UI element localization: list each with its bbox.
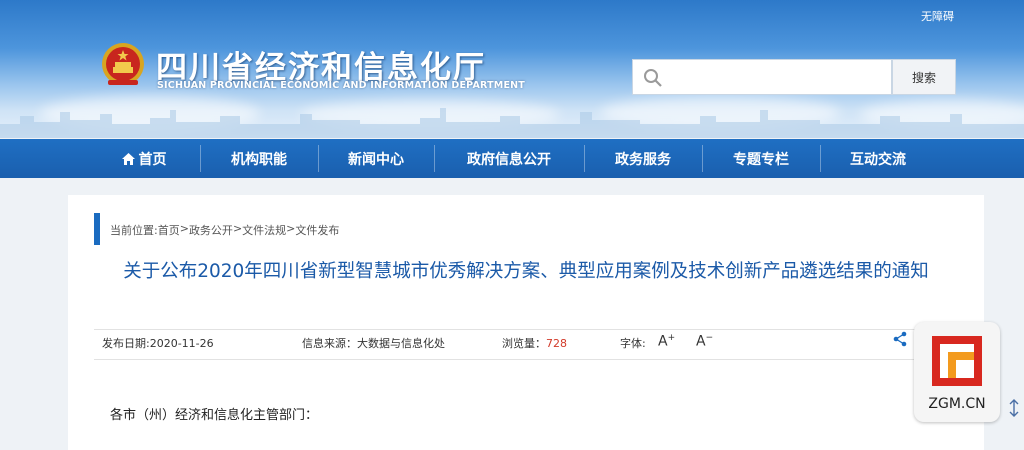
breadcrumb-item-gov-affairs[interactable]: 政务公开 bbox=[189, 222, 233, 238]
divider bbox=[94, 359, 958, 360]
nav-item-home[interactable]: 首页 bbox=[88, 139, 200, 178]
publish-date: 发布日期:2020-11-26 bbox=[102, 337, 214, 350]
plus-icon: + bbox=[667, 333, 676, 343]
divider bbox=[94, 329, 958, 330]
site-header: 无障碍 四川省经济和信息化厅 SICHUAN PROVINCIAL ECONOM… bbox=[0, 0, 1024, 138]
font-decrease-button[interactable]: A− bbox=[696, 333, 713, 350]
nav-item-label: 首页 bbox=[138, 151, 167, 168]
search-button[interactable]: 搜索 bbox=[892, 59, 956, 95]
font-size-label: 字体: bbox=[620, 337, 646, 350]
view-count: 浏览量：728 bbox=[502, 335, 567, 351]
breadcrumb-accent-bar bbox=[94, 213, 100, 245]
nav-item-label: 政务服务 bbox=[615, 151, 671, 168]
nav-item-services[interactable]: 政务服务 bbox=[584, 139, 702, 178]
article-salutation: 各市（州）经济和信息化主管部门： bbox=[110, 408, 319, 423]
share-icon[interactable] bbox=[892, 331, 908, 347]
main-nav: 首页 机构职能 新闻中心 政府信息公开 政务服务 专题专栏 互动交流 bbox=[0, 139, 1024, 178]
minus-icon: − bbox=[705, 333, 714, 343]
zgm-watermark-text: ZGM.CN bbox=[928, 396, 986, 412]
nav-item-label: 新闻中心 bbox=[348, 151, 404, 168]
breadcrumb: 当前位置: 首页 > 政务公开 > 文件法规 > 文件发布 bbox=[110, 222, 339, 238]
breadcrumb-separator: > bbox=[179, 222, 189, 235]
national-emblem-icon bbox=[102, 43, 144, 85]
zgm-watermark: ZGM.CN bbox=[914, 322, 1000, 422]
breadcrumb-separator: > bbox=[286, 222, 296, 235]
accessibility-link[interactable]: 无障碍 bbox=[921, 8, 954, 24]
search-input[interactable] bbox=[669, 64, 887, 90]
site-subtitle: SICHUAN PROVINCIAL ECONOMIC AND INFORMAT… bbox=[157, 80, 525, 91]
breadcrumb-item-regulations[interactable]: 文件法规 bbox=[242, 222, 286, 238]
content-panel: 当前位置: 首页 > 政务公开 > 文件法规 > 文件发布 关于公布2020年四… bbox=[68, 195, 984, 450]
nav-item-interaction[interactable]: 互动交流 bbox=[820, 139, 936, 178]
article-title: 关于公布2020年四川省新型智慧城市优秀解决方案、典型应用案例及技术创新产品遴选… bbox=[123, 261, 929, 282]
breadcrumb-separator: > bbox=[232, 222, 243, 235]
article-meta: 发布日期:2020-11-26 信息来源：大数据与信息化处 浏览量：728 字体… bbox=[102, 329, 968, 353]
nav-item-institution[interactable]: 机构职能 bbox=[200, 139, 318, 178]
nav-item-label: 专题专栏 bbox=[733, 151, 789, 168]
font-decrease-glyph: A bbox=[696, 333, 706, 350]
info-source: 信息来源：大数据与信息化处 bbox=[302, 337, 445, 350]
search-box bbox=[632, 59, 892, 95]
nav-item-news[interactable]: 新闻中心 bbox=[318, 139, 434, 178]
font-increase-glyph: A bbox=[658, 333, 668, 350]
city-skyline-decoration bbox=[0, 108, 1024, 138]
nav-item-label: 互动交流 bbox=[850, 151, 906, 168]
breadcrumb-prefix: 当前位置: bbox=[110, 224, 158, 237]
breadcrumb-item-home[interactable]: 首页 bbox=[158, 222, 180, 238]
nav-item-label: 机构职能 bbox=[231, 151, 287, 168]
view-count-label: 浏览量： bbox=[502, 337, 546, 350]
search-icon bbox=[644, 69, 662, 87]
breadcrumb-item-publications[interactable]: 文件发布 bbox=[295, 222, 339, 238]
home-icon bbox=[121, 152, 135, 165]
font-increase-button[interactable]: A+ bbox=[658, 333, 675, 350]
zgm-logo-icon bbox=[926, 332, 988, 390]
scroll-handle-icon[interactable] bbox=[1008, 398, 1020, 418]
view-count-number: 728 bbox=[546, 337, 567, 350]
nav-item-label: 政府信息公开 bbox=[467, 151, 551, 168]
nav-item-gov-info[interactable]: 政府信息公开 bbox=[434, 139, 584, 178]
nav-item-topics[interactable]: 专题专栏 bbox=[702, 139, 820, 178]
